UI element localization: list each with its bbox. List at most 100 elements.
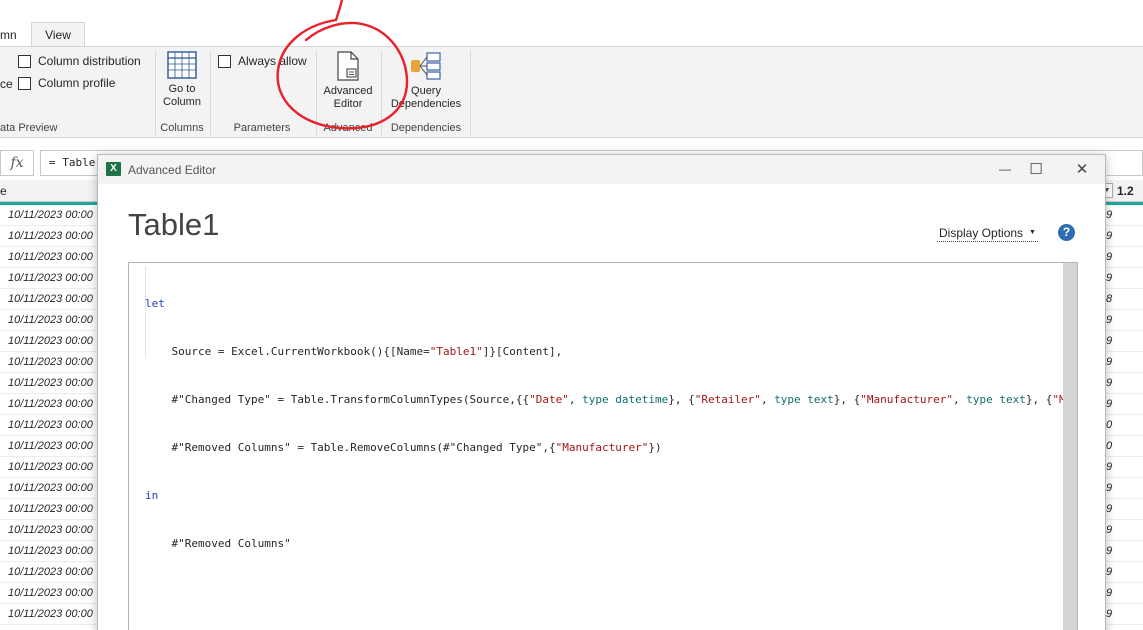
value-cell[interactable]: 9 bbox=[1106, 608, 1112, 620]
parameters-group-label: Parameters bbox=[233, 122, 291, 134]
tab-view[interactable]: View bbox=[31, 22, 85, 47]
value-cell[interactable]: 9 bbox=[1106, 209, 1112, 221]
value-cell[interactable]: 9 bbox=[1106, 356, 1112, 368]
always-allow-option[interactable]: Always allow bbox=[218, 54, 307, 68]
date-cell[interactable]: 10/11/2023 00:00 bbox=[8, 230, 93, 242]
date-cell[interactable]: 10/11/2023 00:00 bbox=[8, 314, 93, 326]
close-icon[interactable]: ✕ bbox=[1067, 159, 1097, 181]
query-dependencies-label-2: Dependencies bbox=[390, 98, 462, 110]
value-cell[interactable]: 9 bbox=[1106, 398, 1112, 410]
value-cell[interactable]: 9 bbox=[1106, 587, 1112, 599]
code-segment: #"Removed Columns" bbox=[145, 537, 291, 550]
date-cell[interactable]: 10/11/2023 00:00 bbox=[8, 461, 93, 473]
date-cell[interactable]: 10/11/2023 00:00 bbox=[8, 272, 93, 284]
always-allow-checkbox[interactable] bbox=[218, 54, 231, 68]
date-cell[interactable]: 10/11/2023 00:00 bbox=[8, 503, 93, 515]
code-line: #"Removed Columns" = Table.RemoveColumns… bbox=[145, 440, 1077, 456]
column-profile-checkbox[interactable] bbox=[18, 76, 31, 90]
value-cell[interactable]: 9 bbox=[1106, 524, 1112, 536]
chevron-down-icon: ▼ bbox=[1029, 229, 1036, 236]
date-cell[interactable]: 10/11/2023 00:00 bbox=[8, 209, 93, 221]
date-cell[interactable]: 10/11/2023 00:00 bbox=[8, 293, 93, 305]
date-cell[interactable]: 10/11/2023 00:00 bbox=[8, 251, 93, 263]
data-preview-group-label: ata Preview bbox=[0, 122, 58, 134]
value-cell[interactable]: 0 bbox=[1106, 419, 1112, 431]
date-cell[interactable]: 10/11/2023 00:00 bbox=[8, 398, 93, 410]
value-cell[interactable]: 9 bbox=[1106, 545, 1112, 557]
column-distribution-checkbox[interactable] bbox=[18, 54, 31, 68]
date-cell[interactable]: 10/11/2023 00:00 bbox=[8, 335, 93, 347]
query-dependencies-label-1: Query bbox=[411, 85, 441, 97]
query-name-heading: Table1 bbox=[128, 207, 220, 242]
code-segment: #"Removed Columns" = Table.RemoveColumns… bbox=[145, 441, 556, 454]
tab-partial[interactable]: mn bbox=[0, 28, 17, 42]
keyword-in: in bbox=[145, 489, 159, 502]
date-cell[interactable]: 10/11/2023 00:00 bbox=[8, 440, 93, 452]
date-cell[interactable]: 10/11/2023 00:00 bbox=[8, 356, 93, 368]
display-options-dropdown[interactable]: Display Options ▼ bbox=[937, 225, 1038, 242]
date-cell[interactable]: 10/11/2023 00:00 bbox=[8, 608, 93, 620]
document-edit-icon bbox=[337, 51, 359, 81]
column-distribution-label: Column distribution bbox=[38, 54, 141, 68]
ribbon-separator bbox=[316, 51, 317, 135]
type-keyword: type text bbox=[774, 393, 834, 406]
value-cell[interactable]: 9 bbox=[1106, 503, 1112, 515]
code-line: #"Changed Type" = Table.TransformColumnT… bbox=[145, 392, 1077, 408]
date-cell[interactable]: 10/11/2023 00:00 bbox=[8, 587, 93, 599]
help-icon[interactable]: ? bbox=[1058, 224, 1075, 241]
fx-icon[interactable]: fx bbox=[0, 150, 34, 176]
grid-columns-icon bbox=[167, 51, 197, 79]
go-to-column-button[interactable]: Go to Column bbox=[160, 51, 204, 109]
minimize-icon[interactable]: — bbox=[990, 159, 1020, 181]
value-cell[interactable]: 9 bbox=[1106, 272, 1112, 284]
ribbon-tabs: mn View bbox=[0, 0, 1143, 47]
excel-app-icon: X bbox=[106, 162, 121, 176]
maximize-icon[interactable]: ☐ bbox=[1021, 159, 1051, 181]
advanced-group-label: Advanced bbox=[323, 122, 373, 134]
code-editor[interactable]: let Source = Excel.CurrentWorkbook(){[Na… bbox=[128, 262, 1078, 630]
column-type-indicator[interactable]: 1.2 bbox=[1117, 184, 1134, 198]
advanced-editor-dialog: X Advanced Editor — ☐ ✕ Table1 Display O… bbox=[97, 154, 1106, 630]
dialog-title: Advanced Editor bbox=[128, 163, 217, 177]
value-cell[interactable]: 0 bbox=[1106, 440, 1112, 452]
value-cell[interactable]: 9 bbox=[1106, 377, 1112, 389]
date-cell[interactable]: 10/11/2023 00:00 bbox=[8, 419, 93, 431]
value-cell[interactable]: 9 bbox=[1106, 566, 1112, 578]
value-cell[interactable]: 9 bbox=[1106, 461, 1112, 473]
date-cell[interactable]: 10/11/2023 00:00 bbox=[8, 545, 93, 557]
code-line: let bbox=[145, 296, 1077, 312]
column-distribution-option[interactable]: Column distribution bbox=[18, 54, 141, 68]
query-dependencies-button[interactable]: Query Dependencies bbox=[386, 51, 466, 111]
value-cell[interactable]: 8 bbox=[1106, 293, 1112, 305]
value-cell[interactable]: 9 bbox=[1106, 482, 1112, 494]
string-literal: "Manufacturer" bbox=[555, 441, 649, 454]
vertical-scrollbar[interactable] bbox=[1063, 263, 1077, 630]
always-allow-label: Always allow bbox=[238, 54, 307, 68]
column-profile-option[interactable]: Column profile bbox=[18, 76, 115, 90]
column-header-partial[interactable]: e bbox=[0, 184, 7, 198]
date-cell[interactable]: 10/11/2023 00:00 bbox=[8, 482, 93, 494]
code-text[interactable]: let Source = Excel.CurrentWorkbook(){[Na… bbox=[145, 264, 1077, 584]
code-line: #"Removed Columns" bbox=[145, 536, 1077, 552]
date-cell[interactable]: 10/11/2023 00:00 bbox=[8, 377, 93, 389]
ribbon-separator bbox=[210, 51, 211, 135]
string-literal: "Retailer" bbox=[694, 393, 761, 406]
code-segment: ]}[Content], bbox=[482, 345, 563, 358]
value-cell[interactable]: 9 bbox=[1106, 314, 1112, 326]
value-cell[interactable]: 9 bbox=[1106, 230, 1112, 242]
go-to-column-label-1: Go to bbox=[168, 83, 196, 95]
code-segment: }) bbox=[648, 441, 662, 454]
code-line: Source = Excel.CurrentWorkbook(){[Name="… bbox=[145, 344, 1077, 360]
advanced-editor-label-2: Editor bbox=[333, 98, 363, 110]
value-cell[interactable]: 9 bbox=[1106, 335, 1112, 347]
date-cell[interactable]: 10/11/2023 00:00 bbox=[8, 566, 93, 578]
query-dependencies-icon bbox=[411, 52, 441, 80]
dialog-titlebar[interactable]: X Advanced Editor — ☐ ✕ bbox=[98, 155, 1105, 184]
type-keyword: type text bbox=[966, 393, 1026, 406]
columns-group-label: Columns bbox=[160, 122, 204, 134]
advanced-editor-button[interactable]: Advanced Editor bbox=[320, 51, 376, 111]
go-to-column-label-2: Column bbox=[163, 96, 201, 108]
value-cell[interactable]: 9 bbox=[1106, 251, 1112, 263]
code-segment: Source = Excel.CurrentWorkbook(){[Name= bbox=[145, 345, 430, 358]
date-cell[interactable]: 10/11/2023 00:00 bbox=[8, 524, 93, 536]
